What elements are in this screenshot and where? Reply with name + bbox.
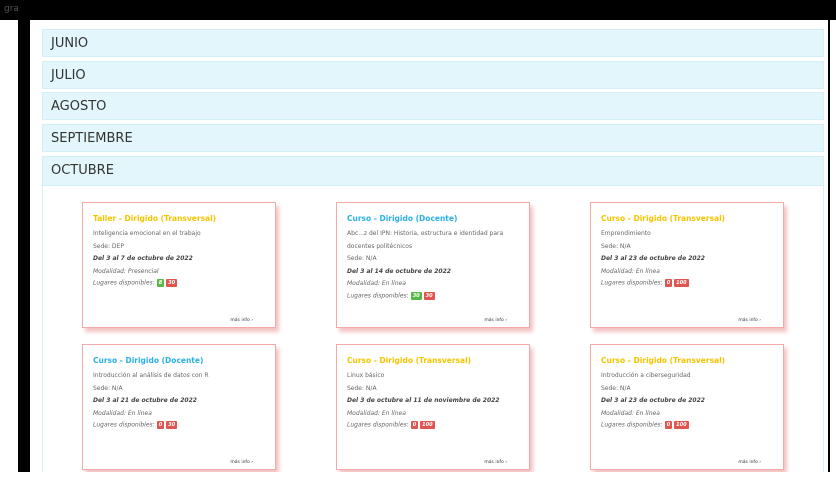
total-badge: 100 (674, 421, 689, 429)
lugares-row: Lugares disponibles: 0 30 (93, 421, 178, 429)
accordion-septiembre[interactable]: SEPTIEMBRE (42, 124, 824, 152)
total-badge: 30 (166, 421, 178, 429)
course-detail: Inteligencia emocional en el trabajo (93, 230, 201, 237)
course-detail: Modalidad: En línea (601, 409, 660, 417)
more-info-link[interactable]: más info › (484, 318, 507, 323)
course-card: Curso - Dirigido (Transversal) Introducci… (590, 344, 784, 470)
lugares-row: Lugares disponibles: 0 100 (347, 421, 435, 429)
course-detail: Sede: N/A (347, 255, 377, 262)
lugares-label: Lugares disponibles: (93, 279, 155, 287)
course-detail: Introducción a ciberseguridad (601, 372, 691, 379)
more-info-link[interactable]: más info › (230, 460, 253, 465)
course-detail: Sede: N/A (93, 384, 123, 392)
course-detail: Modalidad: En línea (347, 280, 406, 287)
more-info-link[interactable]: más info › (230, 318, 253, 323)
lugares-row: Lugares disponibles: 0 100 (601, 421, 689, 429)
course-detail: docentes politécnicos (347, 242, 413, 250)
more-info-link[interactable]: más info › (484, 460, 507, 465)
course-detail: Sede: N/A (601, 384, 631, 392)
lugares-label: Lugares disponibles: (347, 421, 409, 429)
lugares-row: Lugares disponibles: 30 30 (347, 291, 435, 300)
accordion-label: OCTUBRE (51, 163, 114, 178)
accordion-label: JULIO (51, 68, 86, 83)
course-detail: Modalidad: En línea (347, 409, 406, 417)
total-badge: 100 (674, 279, 689, 287)
lugares-label: Lugares disponibles: (93, 421, 155, 429)
lugares-row: Lugares disponibles: 0 100 (601, 279, 689, 287)
more-info-link[interactable]: más info › (738, 460, 761, 465)
available-badge: 0 (664, 421, 673, 429)
course-detail: Del 3 al 23 de octubre de 2022 (601, 255, 705, 262)
course-title: Curso - Dirigido (Transversal) (347, 356, 472, 365)
available-badge: 0 (410, 421, 419, 429)
accordion-octubre[interactable]: OCTUBRE (42, 156, 824, 186)
total-badge: 30 (166, 279, 178, 287)
accordion-julio[interactable]: JULIO (42, 61, 824, 89)
available-badge: 8 (156, 279, 165, 287)
course-detail: Del 3 al 23 de octubre de 2022 (601, 397, 705, 404)
total-badge: 30 (423, 291, 435, 300)
course-card: Curso - Dirigido (Transversal) Linux bási… (336, 344, 530, 470)
accordion-agosto[interactable]: AGOSTO (42, 92, 824, 120)
more-info-link[interactable]: más info › (738, 318, 761, 323)
page-content: JUNIO JULIO AGOSTO SEPTIEMBRE OCTUBRE Ta… (30, 20, 828, 472)
total-badge: 100 (420, 421, 435, 429)
course-detail: Introducción al análisis de datos con R (93, 372, 209, 379)
available-badge: 0 (664, 279, 673, 287)
course-detail: Emprendimiento (601, 230, 651, 237)
course-title: Curso - Dirigido (Transversal) (601, 356, 726, 365)
course-title: Curso - Dirigido (Docente) (347, 214, 458, 223)
course-title: Curso - Dirigido (Transversal) (601, 214, 726, 223)
course-detail: Linux básico (347, 372, 385, 379)
course-card: Curso - Dirigido (Docente) Abc...z del IP… (336, 202, 530, 328)
course-card: Curso - Dirigido (Transversal) Emprendimi… (590, 202, 784, 328)
course-detail: Modalidad: En línea (601, 267, 660, 275)
lugares-row: Lugares disponibles: 8 30 (93, 279, 178, 287)
lugares-label: Lugares disponibles: (601, 279, 663, 287)
accordion-junio[interactable]: JUNIO (42, 29, 824, 57)
course-detail: Del 3 al 21 de octubre de 2022 (93, 397, 197, 404)
course-detail: Modalidad: En línea (93, 409, 152, 417)
course-detail: Del 3 al 14 de octubre de 2022 (347, 267, 451, 275)
available-badge: 30 (410, 291, 422, 300)
course-title: Curso - Dirigido (Docente) (93, 356, 204, 365)
lugares-label: Lugares disponibles: (347, 292, 409, 299)
accordion-label: AGOSTO (51, 99, 107, 114)
course-detail: Del 3 al 7 de octubre de 2022 (93, 255, 193, 262)
course-detail: Del 3 de octubre al 11 de noviembre de 2… (347, 397, 500, 404)
course-card: Taller - Dirigido (Transversal) Inteligen… (82, 202, 276, 328)
accordion-label: SEPTIEMBRE (51, 131, 133, 146)
course-detail: Abc...z del IPN: Historia, estructura e … (347, 230, 504, 237)
course-card: Curso - Dirigido (Docente) Introducción a… (82, 344, 276, 470)
accordion-label: JUNIO (51, 36, 89, 51)
course-detail: Sede: N/A (347, 384, 377, 392)
course-detail: Sede: N/A (601, 242, 631, 250)
course-title: Taller - Dirigido (Transversal) (93, 214, 217, 223)
available-badge: 0 (156, 421, 165, 429)
lugares-label: Lugares disponibles: (601, 421, 663, 429)
course-detail: Modalidad: Presencial (93, 267, 159, 275)
course-detail: Sede: DEP (93, 242, 124, 250)
